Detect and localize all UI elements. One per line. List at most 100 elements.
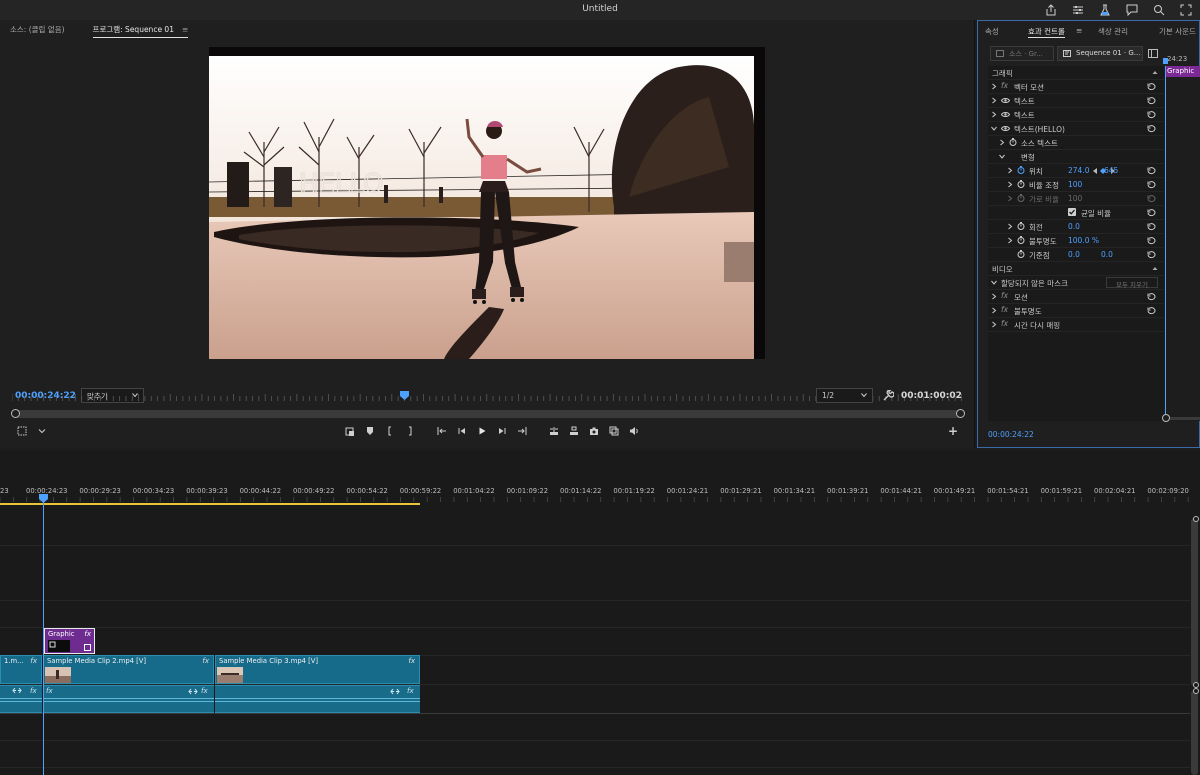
- mark-in-button[interactable]: [380, 424, 400, 438]
- tab-effect-controls[interactable]: 효과 컨트롤: [1028, 26, 1065, 38]
- eye-icon[interactable]: [1001, 111, 1010, 118]
- effect-controls-timecode[interactable]: 00:00:24:22: [988, 430, 1034, 439]
- chevron-right-icon[interactable]: [991, 307, 997, 314]
- row-rotation[interactable]: 회전 0.0: [988, 220, 1164, 234]
- sequence-clip-chip[interactable]: Sequence 01 · G...: [1057, 46, 1143, 61]
- step-back-button[interactable]: [452, 424, 472, 438]
- video-tracks-scrollbar[interactable]: [1191, 518, 1198, 686]
- fx-badge-icon[interactable]: fx: [202, 657, 209, 665]
- stopwatch-icon[interactable]: [1017, 222, 1025, 230]
- reset-icon[interactable]: [1147, 251, 1156, 259]
- eye-icon[interactable]: [1001, 125, 1010, 132]
- position-x-value[interactable]: 274.0: [1068, 166, 1089, 175]
- fx-badge-icon[interactable]: fx: [30, 687, 37, 695]
- position-y-value[interactable]: 645: [1104, 166, 1118, 175]
- fx-badge-icon[interactable]: fx: [201, 687, 208, 695]
- go-to-out-button[interactable]: [512, 424, 532, 438]
- toggle-timeline-icon[interactable]: [1148, 49, 1158, 58]
- add-marker-button[interactable]: [360, 424, 380, 438]
- row-motion[interactable]: fx 모션: [988, 290, 1164, 304]
- chevron-right-icon[interactable]: [991, 83, 997, 90]
- tab-source[interactable]: 소스: (클립 없음): [10, 24, 65, 38]
- reset-icon[interactable]: [1147, 83, 1156, 91]
- chevron-right-icon[interactable]: [991, 97, 997, 104]
- tab-essential-sound[interactable]: 기본 사운드: [1159, 26, 1196, 37]
- row-opacity-video[interactable]: fx 불투명도: [988, 304, 1164, 318]
- collapse-up-icon[interactable]: [1152, 69, 1158, 76]
- chevron-right-icon[interactable]: [991, 111, 997, 118]
- tab-color-management[interactable]: 색상 관리: [1098, 26, 1128, 37]
- export-frame-button[interactable]: [584, 424, 604, 438]
- fx-badge-icon[interactable]: fx: [30, 657, 37, 665]
- rotation-value[interactable]: 0.0: [1068, 222, 1080, 231]
- resolution-select[interactable]: 1/2: [816, 388, 873, 403]
- stopwatch-icon[interactable]: [1009, 138, 1017, 146]
- comment-icon[interactable]: [1124, 2, 1140, 18]
- row-position[interactable]: 위치 274.0 645: [988, 164, 1164, 178]
- chevron-right-icon[interactable]: [1007, 237, 1013, 244]
- step-forward-button[interactable]: [492, 424, 512, 438]
- reset-icon[interactable]: [1147, 237, 1156, 245]
- mini-timeline-zoom-handle[interactable]: [1162, 414, 1170, 422]
- graphic-clip[interactable]: Graphic fx: [44, 628, 95, 654]
- chevron-right-icon[interactable]: [999, 139, 1005, 146]
- row-vector-motion[interactable]: fx 벡터 모션: [988, 80, 1164, 94]
- timeline-playhead-head[interactable]: [39, 494, 48, 503]
- stopwatch-icon[interactable]: [1017, 250, 1025, 258]
- row-transform[interactable]: 변형: [988, 150, 1164, 164]
- settings-dropdown-button[interactable]: [32, 424, 52, 438]
- audio-clip-3[interactable]: fx: [215, 685, 420, 713]
- row-opacity[interactable]: 불투명도 100.0 %: [988, 234, 1164, 248]
- panel-menu-icon[interactable]: ≡: [1076, 26, 1082, 35]
- fx-badge-icon[interactable]: fx: [84, 630, 91, 638]
- chevron-right-icon[interactable]: [1007, 181, 1013, 188]
- anchor-y-value[interactable]: 0.0: [1101, 250, 1113, 259]
- row-time-remap[interactable]: fx 시간 다시 매핑: [988, 318, 1164, 332]
- volume-button[interactable]: [624, 424, 644, 438]
- panel-menu-icon[interactable]: ≡: [182, 25, 188, 34]
- reset-icon[interactable]: [1147, 293, 1156, 301]
- chevron-down-icon[interactable]: [991, 279, 997, 286]
- chevron-down-icon[interactable]: [991, 125, 997, 132]
- zoom-scroll-bar[interactable]: [11, 409, 965, 418]
- mini-timeline-playhead[interactable]: [1165, 66, 1166, 421]
- fx-badge-icon[interactable]: fx: [46, 687, 53, 695]
- fx-badge-icon[interactable]: fx: [407, 687, 414, 695]
- audio-clip-2[interactable]: fx fx: [43, 685, 214, 713]
- reset-icon[interactable]: [1147, 307, 1156, 315]
- chevron-right-icon[interactable]: [1007, 195, 1013, 202]
- row-text-hello[interactable]: 텍스트(HELLO): [988, 122, 1164, 136]
- row-uniform-scale[interactable]: 균일 비율: [988, 206, 1164, 220]
- mini-timeline-graphic-clip[interactable]: Graphic: [1165, 66, 1200, 77]
- extract-button[interactable]: [340, 424, 360, 438]
- row-anchor-point[interactable]: 기준점 0.0 0.0: [988, 248, 1164, 262]
- expand-icon[interactable]: [1178, 2, 1194, 18]
- tab-program[interactable]: 프로그램: Sequence 01 ≡: [92, 24, 189, 38]
- audio-scroll-knob-top[interactable]: [1193, 688, 1199, 694]
- timeline-playhead[interactable]: [43, 495, 44, 775]
- work-area-bar[interactable]: [0, 503, 420, 505]
- play-button[interactable]: [472, 424, 492, 438]
- video-scroll-knob-top[interactable]: [1193, 516, 1199, 522]
- collapse-up-icon[interactable]: [1152, 265, 1158, 272]
- comparison-view-button[interactable]: [604, 424, 624, 438]
- mark-out-button[interactable]: [400, 424, 420, 438]
- audio-tracks-scrollbar[interactable]: [1191, 690, 1198, 775]
- settings-sliders-icon[interactable]: [1070, 2, 1086, 18]
- row-text-1[interactable]: 텍스트: [988, 94, 1164, 108]
- clear-all-button[interactable]: 모두 지우기: [1106, 277, 1158, 289]
- eye-icon[interactable]: [1001, 97, 1010, 104]
- chevron-right-icon[interactable]: [1007, 167, 1013, 174]
- opacity-value[interactable]: 100.0 %: [1068, 236, 1099, 245]
- chevron-right-icon[interactable]: [991, 321, 997, 328]
- reset-icon[interactable]: [1147, 223, 1156, 231]
- go-to-in-button[interactable]: [432, 424, 452, 438]
- reset-icon[interactable]: [1147, 97, 1156, 105]
- row-scale[interactable]: 비율 조정 100: [988, 178, 1164, 192]
- effect-controls-mini-timeline[interactable]: 24:23 Graphic: [1162, 55, 1200, 422]
- mini-timeline-scrollbar[interactable]: [1170, 417, 1200, 420]
- monitor-playhead[interactable]: [400, 391, 409, 402]
- chevron-down-icon[interactable]: [999, 153, 1005, 160]
- lift-button[interactable]: [544, 424, 564, 438]
- stopwatch-icon[interactable]: [1017, 180, 1025, 188]
